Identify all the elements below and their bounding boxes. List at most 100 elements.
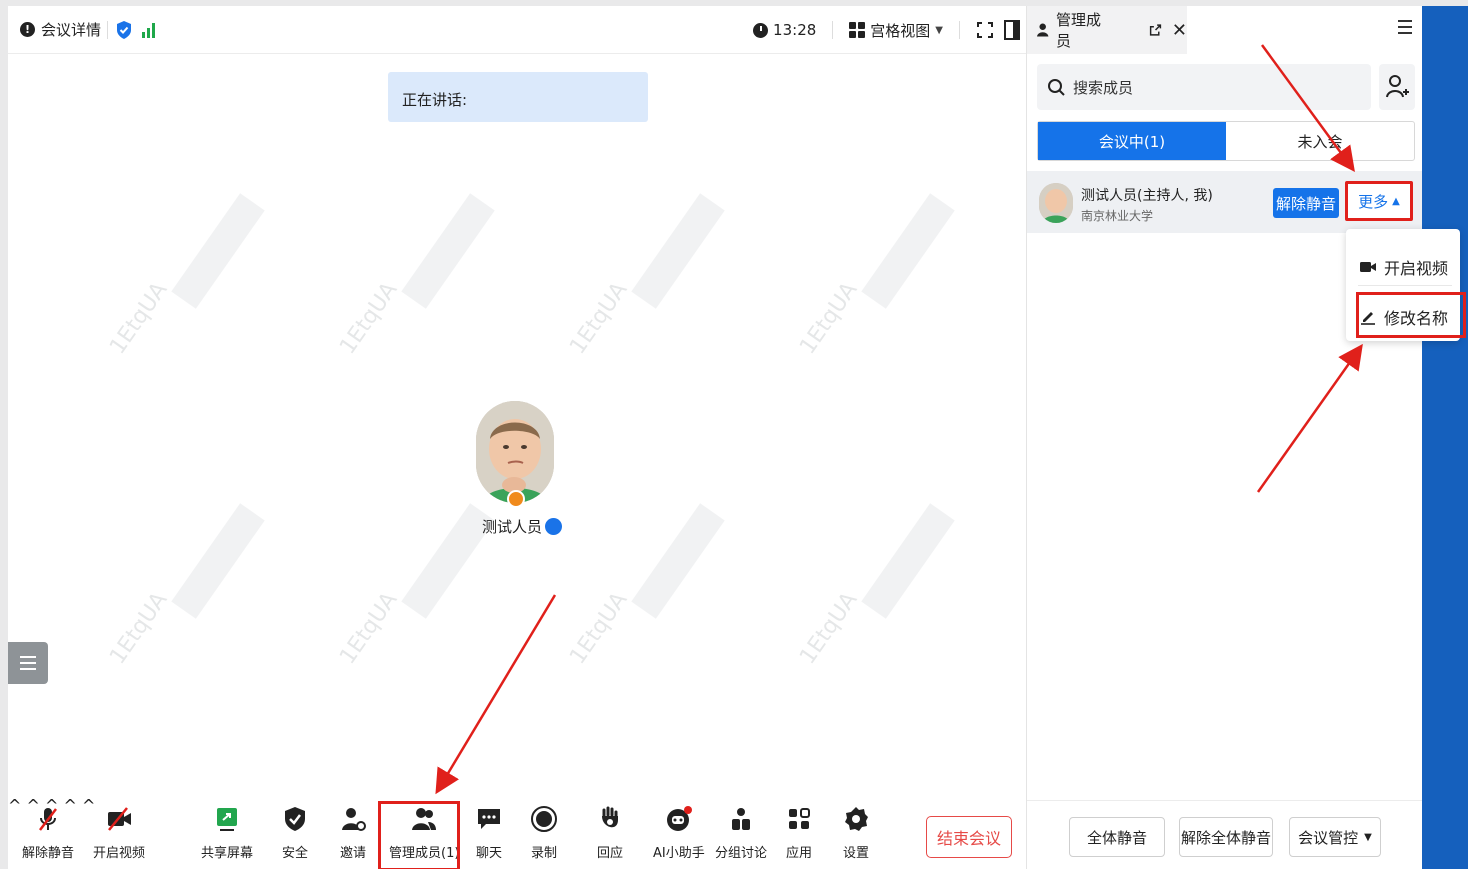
panel-tab-members[interactable]: 管理成员 ✕ [1027,6,1187,54]
fullscreen-icon[interactable] [976,21,994,39]
host-badge-icon [507,490,525,508]
menu-item-start-video-label: 开启视频 [1384,259,1449,278]
divider [1358,285,1452,286]
unmute-button[interactable]: 解除静音 [22,804,74,861]
view-mode-label: 宫格视图 [870,21,931,40]
security-button[interactable]: 安全 [280,804,310,861]
invite-label: 邀请 [339,846,366,861]
apps-button[interactable]: 应用 [784,804,814,861]
popout-icon[interactable] [1149,22,1162,38]
participant-name-text: 测试人员 [482,518,543,536]
member-list-toggle[interactable] [8,642,48,684]
panel-title: 管理成员 [1056,11,1102,50]
hamburger-menu-icon[interactable] [1398,20,1412,38]
gear-icon [845,807,868,831]
caret-down-icon: ▼ [1364,831,1372,843]
members-icon [1037,23,1049,37]
info-icon: ! [20,22,35,37]
ai-assistant-button[interactable]: AI小助手 [653,804,705,861]
members-panel: 管理成员 ✕ 搜索成员 会议中(1) 未入会 测试人员(主持人, 我) 南京林业… [1026,6,1422,869]
watermark-text: 1EtqUA [335,587,403,670]
apps-label: 应用 [785,846,812,861]
add-member-button[interactable] [1379,64,1415,110]
mute-all-button[interactable]: 全体静音 [1069,817,1165,857]
share-screen-label: 共享屏幕 [201,846,254,861]
tab-not-joined[interactable]: 未入会 [1226,122,1414,160]
watermark-bar [401,193,495,309]
record-icon [531,806,557,832]
breakout-rooms-icon [732,808,750,830]
member-more-button[interactable]: 更多 ▲ [1345,181,1413,221]
record-button[interactable]: 录制 [529,804,559,861]
watermark-bar [861,193,955,309]
more-label: 更多 [1358,192,1389,211]
top-bar: ! 会议详情 13:28 宫格视图 ▼ [8,6,1026,54]
watermark-bar [631,503,725,619]
member-search-input[interactable]: 搜索成员 [1037,64,1371,110]
signal-icon[interactable] [142,22,156,38]
annotation-highlight-box [378,801,460,869]
start-video-button[interactable]: 开启视频 [93,804,145,861]
shield-icon[interactable] [114,20,134,40]
invite-button[interactable]: 邀请 [338,804,368,861]
end-meeting-button[interactable]: 结束会议 [926,816,1012,858]
meeting-timer: 13:28 [753,21,816,39]
watermark-text: 1EtqUA [565,277,633,360]
share-screen-button[interactable]: 共享屏幕 [201,804,253,861]
reactions-button[interactable]: 回应 [595,804,625,861]
meeting-details-label: 会议详情 [41,21,102,39]
mic-status-icon [545,518,563,535]
caret-up-icon: ▲ [1392,195,1400,207]
divider [107,20,109,39]
member-tabs: 会议中(1) 未入会 [1037,121,1415,161]
watermark-text: 1EtqUA [105,277,173,360]
settings-label: 设置 [842,846,869,861]
watermark-bar [861,503,955,619]
view-mode-dropdown[interactable]: 宫格视图 ▼ [849,20,943,41]
speaking-banner: 正在讲话: [388,72,648,122]
caret-down-icon: ▼ [935,24,943,36]
search-placeholder: 搜索成员 [1073,78,1134,97]
annotation-highlight-box [1356,292,1466,338]
timer-text: 13:28 [773,21,817,39]
participant-name: 测试人员 [482,516,563,537]
watermark-bar [171,193,265,309]
breakout-label: 分组讨论 [715,846,768,861]
unmute-label: 解除静音 [22,846,75,861]
meeting-window: ! 会议详情 13:28 宫格视图 ▼ 正在讲话: 1EtqUA 1EtqUA … [8,6,1422,869]
record-label: 录制 [530,846,557,861]
watermark-text: 1EtqUA [565,587,633,670]
watermark-text: 1EtqUA [795,587,863,670]
meeting-control-dropdown[interactable]: 会议管控 ▼ [1289,817,1381,857]
raise-hand-icon [602,806,618,828]
chat-icon [478,809,500,829]
settings-button[interactable]: 设置 [841,804,871,861]
search-icon [1048,79,1065,96]
close-icon[interactable]: ✕ [1172,20,1187,41]
watermark-text: 1EtqUA [105,587,173,670]
meeting-details-button[interactable]: ! 会议详情 [20,19,101,40]
add-user-icon [1386,75,1409,98]
member-unmute-button[interactable]: 解除静音 [1273,188,1339,218]
share-screen-icon [217,808,237,831]
bottom-toolbar: 解除静音 ^ 开启视频 ^ 共享屏幕 ^ 安全 邀请 管理成员(1) 聊天 录制… [8,796,1026,869]
watermark-bar [401,503,495,619]
panel-footer: 全体静音 解除全体静音 会议管控 ▼ [1027,800,1422,869]
chat-button[interactable]: 聊天 [474,804,504,861]
sidebar-layout-icon[interactable] [1004,20,1020,40]
reactions-label: 回应 [596,846,623,861]
participant-avatar[interactable] [476,401,554,503]
start-video-label: 开启视频 [93,846,146,861]
camera-icon [1360,262,1376,272]
tab-in-meeting[interactable]: 会议中(1) [1038,122,1226,160]
chevron-up-icon[interactable]: ^ [8,796,21,815]
breakout-button[interactable]: 分组讨论 [715,804,767,861]
unmute-all-button[interactable]: 解除全体静音 [1179,817,1273,857]
ai-assistant-icon [666,806,692,831]
mic-muted-icon [39,808,57,831]
menu-item-start-video[interactable]: 开启视频 [1360,255,1448,279]
member-name: 测试人员(主持人, 我) [1081,188,1213,204]
speaking-label: 正在讲话: [402,91,468,109]
divider [832,21,834,39]
watermark-text: 1EtqUA [335,277,403,360]
